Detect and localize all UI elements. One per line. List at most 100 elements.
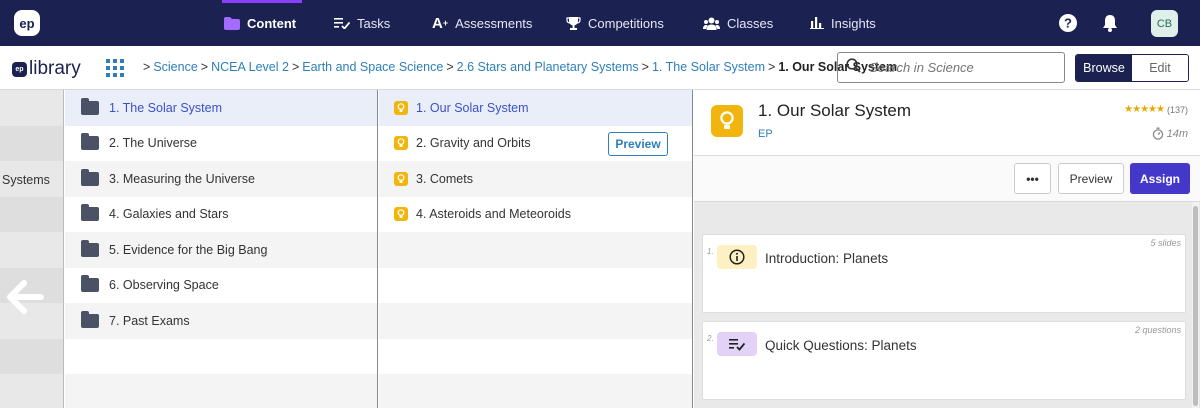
- bell-icon[interactable]: [1102, 0, 1118, 46]
- classes-icon: [703, 17, 720, 30]
- timer-icon: [1152, 127, 1164, 140]
- nav-competitions[interactable]: Competitions: [566, 0, 664, 46]
- search-input[interactable]: [869, 60, 1049, 75]
- chevron-right-icon: >: [641, 60, 649, 74]
- tasks-icon: [334, 17, 350, 29]
- scrollbar-thumb[interactable]: [1193, 206, 1198, 406]
- breadcrumb-item[interactable]: 1. The Solar System: [652, 60, 765, 74]
- nav-assessments[interactable]: A + Assessments: [432, 0, 532, 46]
- folder-item[interactable]: 6. Observing Space: [65, 268, 377, 304]
- lesson-label: 4. Asteroids and Meteoroids: [416, 207, 571, 222]
- folder-label: 7. Past Exams: [109, 313, 190, 328]
- stars-icon: ★★★★★: [1124, 104, 1165, 115]
- ep-logo[interactable]: ep: [14, 10, 40, 36]
- nav-insights[interactable]: Insights: [810, 0, 876, 46]
- nav-content[interactable]: Content: [224, 0, 296, 46]
- empty-row: [379, 339, 692, 375]
- duration: 14m: [1152, 127, 1188, 140]
- nav-tasks[interactable]: Tasks: [334, 0, 390, 46]
- activity-number: 1.: [707, 247, 714, 256]
- folder-item[interactable]: 1. The Solar System: [65, 90, 377, 126]
- breadcrumb-item[interactable]: Earth and Space Science: [302, 60, 443, 74]
- lesson-author[interactable]: EP: [758, 128, 773, 140]
- folder-label: 5. Evidence for the Big Bang: [109, 242, 268, 257]
- folder-icon: [81, 168, 99, 186]
- nav-label: Tasks: [357, 15, 391, 31]
- preview-button[interactable]: Preview: [1058, 163, 1124, 194]
- arrow-left-icon[interactable]: [6, 280, 44, 319]
- lesson-title: 1. Our Solar System: [758, 101, 912, 120]
- library-header: ep library > Science > NCEA Level 2 > Ea…: [0, 46, 1200, 90]
- lesson-label: 1. Our Solar System: [416, 100, 529, 115]
- lesson-activity-card[interactable]: 2. 2 questions Quick Questions: Planets: [702, 321, 1186, 400]
- lightbulb-icon: [394, 207, 408, 222]
- activity-title: Introduction: Planets: [765, 251, 889, 266]
- chevron-right-icon: >: [143, 60, 151, 74]
- assessments-icon: A +: [432, 14, 449, 32]
- folder-item[interactable]: 4. Galaxies and Stars: [65, 197, 377, 233]
- list-item: [0, 125, 63, 161]
- folder-icon: [81, 239, 99, 257]
- lesson-item[interactable]: 1. Our Solar System: [379, 90, 692, 126]
- breadcrumb-item[interactable]: 2.6 Stars and Planetary Systems: [457, 60, 639, 74]
- nav-label: Insights: [831, 15, 876, 31]
- edit-button[interactable]: Edit: [1132, 55, 1188, 81]
- lesson-item[interactable]: 3. Comets: [379, 161, 692, 197]
- apps-grid-icon[interactable]: [106, 59, 124, 77]
- lightbulb-icon: [394, 100, 408, 115]
- lesson-label: 2. Gravity and Orbits: [416, 136, 531, 151]
- activity-title: Quick Questions: Planets: [765, 338, 917, 353]
- browse-button[interactable]: Browse: [1076, 55, 1132, 81]
- breadcrumb-item[interactable]: Science: [153, 60, 197, 74]
- assign-button[interactable]: Assign: [1130, 163, 1190, 194]
- folder-icon: [224, 16, 240, 30]
- folder-item[interactable]: 3. Measuring the Universe: [65, 161, 377, 197]
- lesson-detail-panel: 1. Our Solar System EP ★★★★★ (137) 14m •…: [694, 90, 1200, 408]
- lightbulb-icon: [394, 136, 408, 151]
- lesson-actions: ••• Preview Assign: [694, 156, 1200, 202]
- lesson-label: 3. Comets: [416, 171, 473, 186]
- folder-label: 2. The Universe: [109, 136, 198, 151]
- nav-label: Competitions: [588, 15, 664, 31]
- more-options-button[interactable]: •••: [1014, 163, 1051, 194]
- list-item: [0, 196, 63, 232]
- lessons-column: 1. Our Solar System 2. Gravity and Orbit…: [379, 90, 693, 408]
- folder-icon: [81, 275, 99, 293]
- parent-column-label: Systems: [2, 173, 50, 187]
- activity-meta: 5 slides: [1150, 238, 1181, 248]
- lesson-item[interactable]: 2. Gravity and Orbits Preview: [379, 126, 692, 162]
- chevron-right-icon: >: [291, 60, 300, 74]
- breadcrumb-item[interactable]: NCEA Level 2: [211, 60, 289, 74]
- info-icon: [717, 245, 757, 269]
- insights-icon: [810, 17, 824, 29]
- help-icon[interactable]: ?: [1059, 0, 1077, 46]
- mode-toggle: Browse Edit: [1075, 54, 1189, 82]
- lightbulb-icon: [394, 171, 408, 186]
- empty-row: [379, 232, 692, 268]
- folder-item[interactable]: 5. Evidence for the Big Bang: [65, 232, 377, 268]
- lesson-item[interactable]: 4. Asteroids and Meteoroids: [379, 197, 692, 233]
- trophy-icon: [566, 16, 581, 31]
- lightbulb-icon: [711, 105, 743, 137]
- library-logo[interactable]: ep library: [12, 58, 81, 80]
- nav-classes[interactable]: Classes: [703, 0, 773, 46]
- nav-label: Classes: [727, 15, 774, 31]
- folder-icon: [81, 204, 99, 222]
- breadcrumb: > Science > NCEA Level 2 > Earth and Spa…: [140, 60, 897, 74]
- rating-count: (137): [1166, 104, 1188, 115]
- lesson-activity-card[interactable]: 1. 5 slides Introduction: Planets: [702, 234, 1186, 313]
- folder-item[interactable]: 7. Past Exams: [65, 303, 377, 339]
- folders-column: 1. The Solar System 2. The Universe 3. M…: [65, 90, 378, 408]
- activity-number: 2.: [707, 334, 714, 343]
- search-box[interactable]: [837, 52, 1065, 83]
- nav-label: Assessments: [455, 15, 533, 31]
- folder-item[interactable]: 2. The Universe: [65, 126, 377, 162]
- folder-label: 1. The Solar System: [109, 100, 223, 115]
- user-avatar[interactable]: CB: [1151, 10, 1178, 37]
- empty-row: [379, 268, 692, 304]
- library-logo-ep: ep: [12, 61, 27, 77]
- folder-label: 4. Galaxies and Stars: [109, 207, 229, 222]
- list-item: [0, 338, 63, 374]
- lesson-preview-button[interactable]: Preview: [608, 131, 668, 156]
- scrollbar[interactable]: [1192, 202, 1199, 408]
